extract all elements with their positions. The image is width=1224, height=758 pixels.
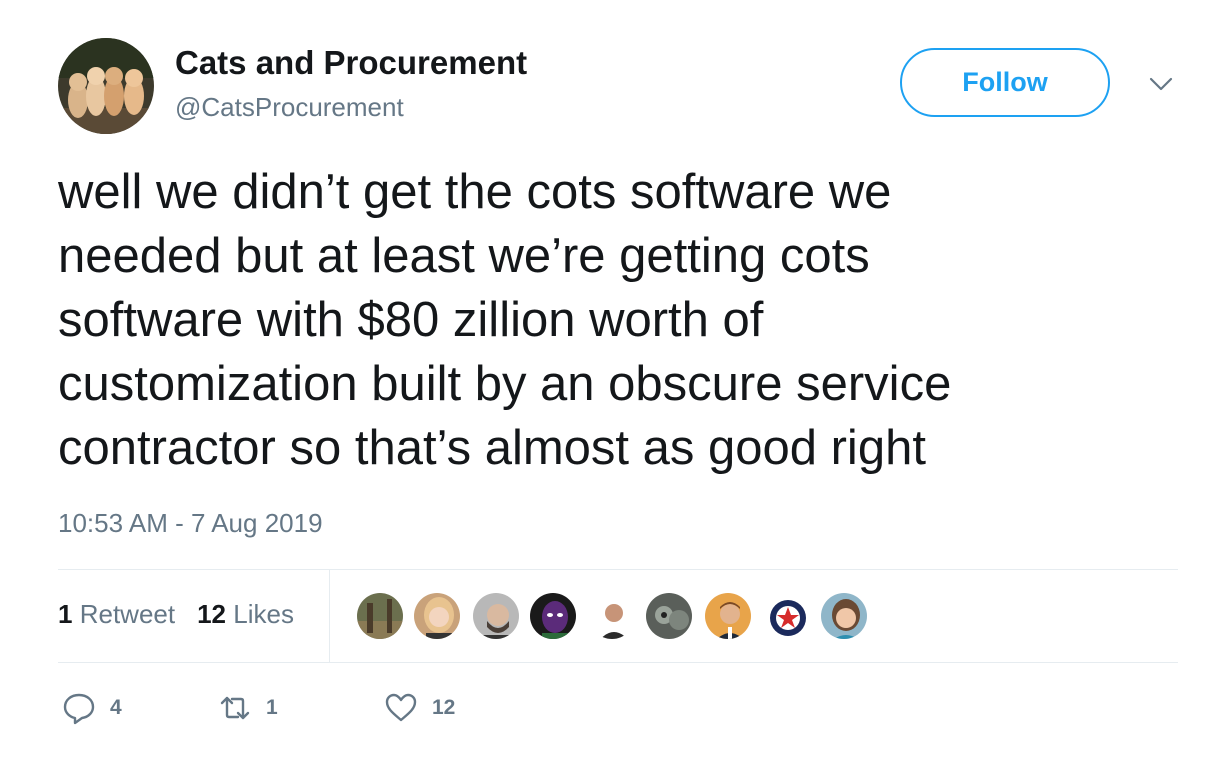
cats-avatar-icon [58,38,154,134]
likes-count: 12 [197,599,227,629]
likes-stat[interactable]: 12 Likes [197,599,294,630]
tweet-text-line: software with $80 zillion worth of [58,293,764,347]
chevron-down-icon[interactable] [1148,74,1174,94]
retweet-count: 1 [266,696,278,719]
reply-icon [63,693,95,725]
divider [58,662,1178,663]
tweet-text: well we didn’t get the cots software we … [58,160,1168,480]
author-avatar[interactable] [58,38,154,134]
liker-avatar-icon [705,593,751,639]
tweet-timestamp[interactable]: 10:53 AM - 7 Aug 2019 [58,508,323,539]
liker-avatar[interactable] [703,591,753,641]
tweet-text-line: well we didn’t get the cots software we [58,165,892,219]
retweet-icon [220,696,250,720]
retweets-count: 1 [58,599,73,629]
liker-avatar-icon [589,593,635,639]
liker-avatar[interactable] [761,591,811,641]
liker-avatar[interactable] [587,591,637,641]
reply-count: 4 [110,696,122,719]
liker-avatar[interactable] [471,591,521,641]
divider [58,569,1178,570]
liker-avatar[interactable] [528,591,578,641]
liker-avatar-icon [530,593,576,639]
liker-avatar[interactable] [644,591,694,641]
liker-avatar-icon [646,593,692,639]
tweet-text-line: needed but at least we’re getting cots [58,229,870,283]
follow-button[interactable]: Follow [900,48,1110,117]
liker-avatar-icon [763,593,809,639]
liker-avatar-icon [414,593,460,639]
like-button[interactable]: 12 [384,688,455,728]
tweet-text-line: contractor so that’s almost as good righ… [58,421,926,475]
retweets-stat[interactable]: 1 Retweet [58,599,175,630]
author-display-name[interactable]: Cats and Procurement [175,44,527,82]
liker-avatar[interactable] [412,591,462,641]
reply-button[interactable]: 4 [62,688,122,728]
tweet-text-line: customization built by an obscure servic… [58,357,952,411]
tweet-stats: 1 Retweet 12 Likes [58,599,294,630]
liker-avatar-icon [473,593,519,639]
divider-vertical [329,570,330,662]
liker-avatar-icon [357,593,403,639]
author-handle[interactable]: @CatsProcurement [175,92,404,123]
retweets-label: Retweet [79,599,176,629]
likes-label: Likes [233,599,294,629]
like-count: 12 [432,696,456,719]
liker-avatar-icon [821,593,867,639]
liker-avatar[interactable] [819,591,869,641]
liker-avatar[interactable] [355,591,405,641]
retweet-button[interactable]: 1 [218,688,278,728]
heart-icon [385,693,417,722]
